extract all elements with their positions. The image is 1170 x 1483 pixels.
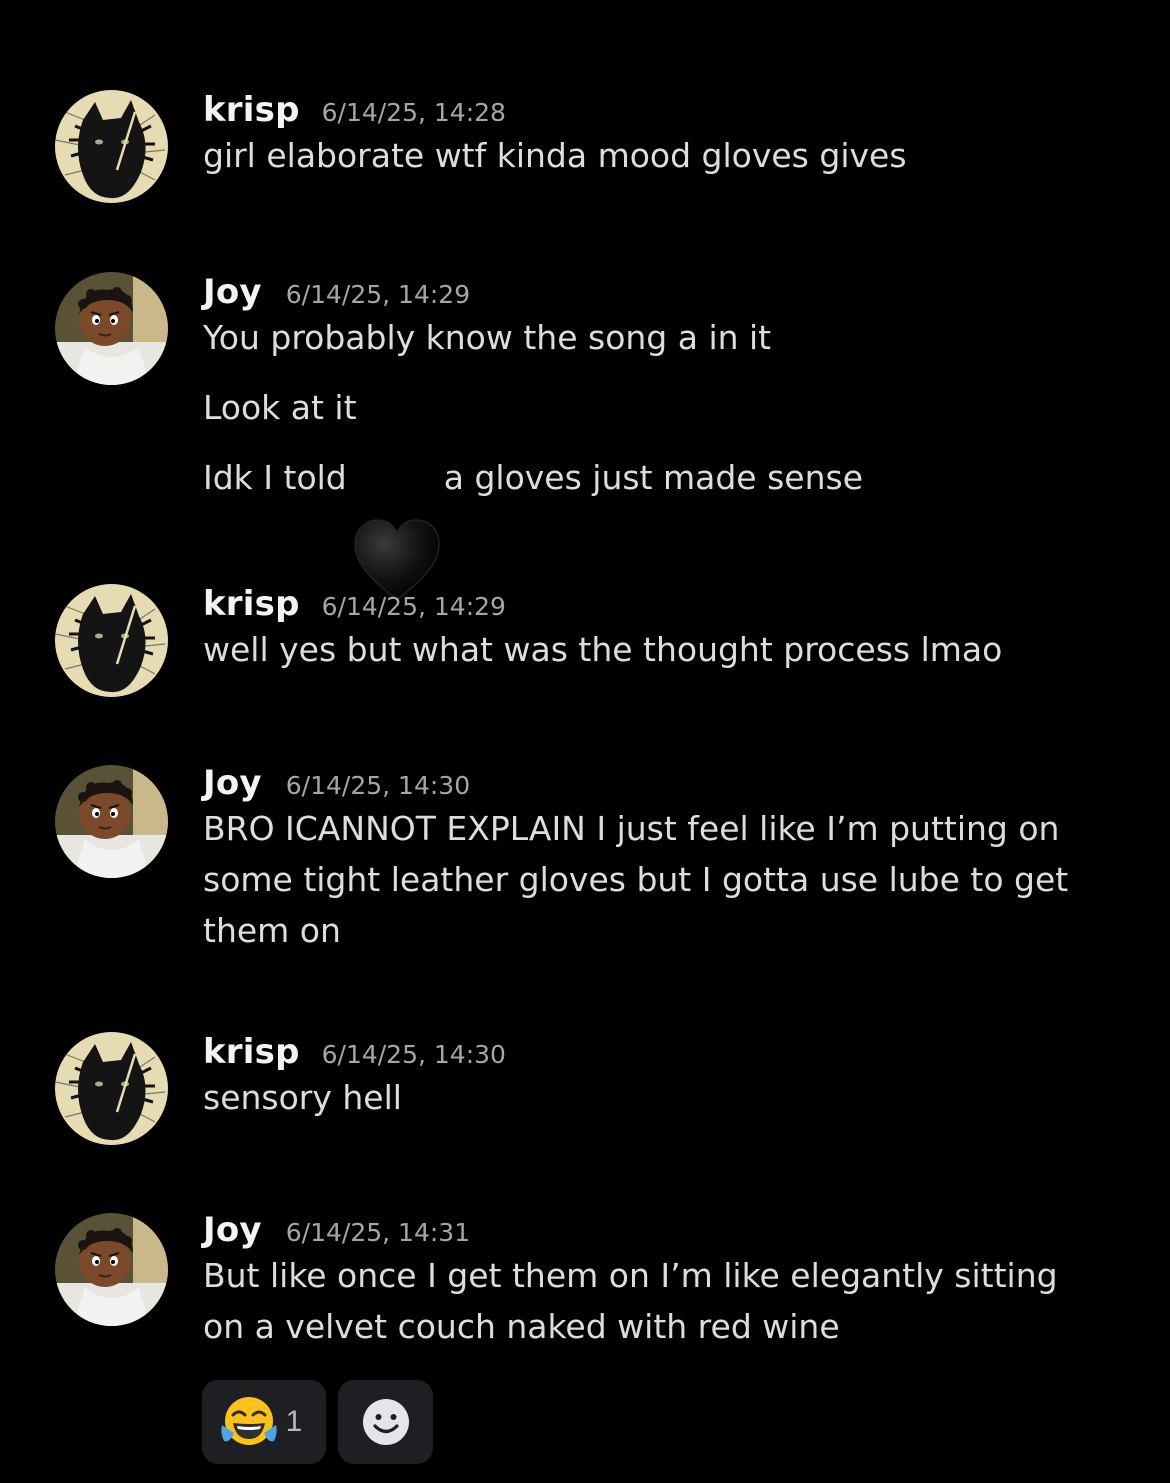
username[interactable]: Joy [203,763,262,803]
tears-of-joy-emoji-icon [220,1397,277,1445]
message-header: krisp 6/14/25, 14:28 [203,90,1103,130]
cat-avatar-icon [55,1032,168,1145]
message-text: sensory hell [203,1078,402,1117]
message-text: Look at it [203,388,357,427]
message-text: You probably know the song a in it [203,318,772,357]
message-header: Joy 6/14/25, 14:29 [203,272,1103,312]
boy-avatar-icon [55,1213,168,1326]
reactions-bar: 1 [202,1380,433,1464]
timestamp: 6/14/25, 14:29 [285,280,471,309]
avatar[interactable] [55,1032,168,1145]
message-text-part: Idk I told [203,458,347,497]
message-content: Joy 6/14/25, 14:30 BRO ICANNOT EXPLAIN I… [203,763,1093,956]
username[interactable]: Joy [203,1210,262,1250]
message-content: Joy 6/14/25, 14:31 But like once I get t… [203,1210,1073,1352]
message-content: Joy 6/14/25, 14:29 You probably know the… [203,272,1103,601]
username[interactable]: krisp [203,90,300,130]
message-content: krisp 6/14/25, 14:28 girl elaborate wtf … [203,90,1103,181]
message-text: well yes but what was the thought proces… [203,630,1003,669]
reaction-tears-of-joy[interactable]: 1 [202,1380,326,1464]
message-header: krisp 6/14/25, 14:29 [203,584,1103,624]
timestamp: 6/14/25, 14:29 [321,592,506,621]
timestamp: 6/14/25, 14:30 [321,1040,506,1069]
add-reaction-button[interactable] [338,1380,433,1464]
message-text: Idk I told a gloves just made sense [203,452,1103,503]
cat-avatar-icon [55,90,168,203]
avatar[interactable] [55,90,168,203]
add-reaction-smiley-icon [362,1399,409,1445]
avatar[interactable] [55,1213,168,1326]
timestamp: 6/14/25, 14:31 [285,1218,471,1247]
timestamp: 6/14/25, 14:28 [321,98,506,127]
avatar[interactable] [55,765,168,878]
message-text: But like once I get them on I’m like ele… [203,1256,1058,1346]
username[interactable]: krisp [203,584,300,624]
message-header: Joy 6/14/25, 14:30 [203,763,1093,803]
reaction-count: 1 [285,1405,303,1438]
message-content: krisp 6/14/25, 14:29 well yes but what w… [203,584,1103,675]
message-header: Joy 6/14/25, 14:31 [203,1210,1073,1250]
message-content: krisp 6/14/25, 14:30 sensory hell [203,1032,1103,1123]
boy-avatar-icon [55,765,168,878]
avatar[interactable] [55,584,168,697]
cat-avatar-icon [55,584,168,697]
username[interactable]: krisp [203,1032,300,1072]
avatar[interactable] [55,272,168,385]
boy-avatar-icon [55,272,168,385]
message-header: krisp 6/14/25, 14:30 [203,1032,1103,1072]
message-text: girl elaborate wtf kinda mood gloves giv… [203,136,907,175]
username[interactable]: Joy [203,272,262,312]
chat-message-list: krisp 6/14/25, 14:28 girl elaborate wtf … [0,0,1170,1483]
message-text-part: a gloves just made sense [443,458,864,497]
message-text: BRO ICANNOT EXPLAIN I just feel like I’m… [203,809,1069,950]
timestamp: 6/14/25, 14:30 [285,771,471,800]
